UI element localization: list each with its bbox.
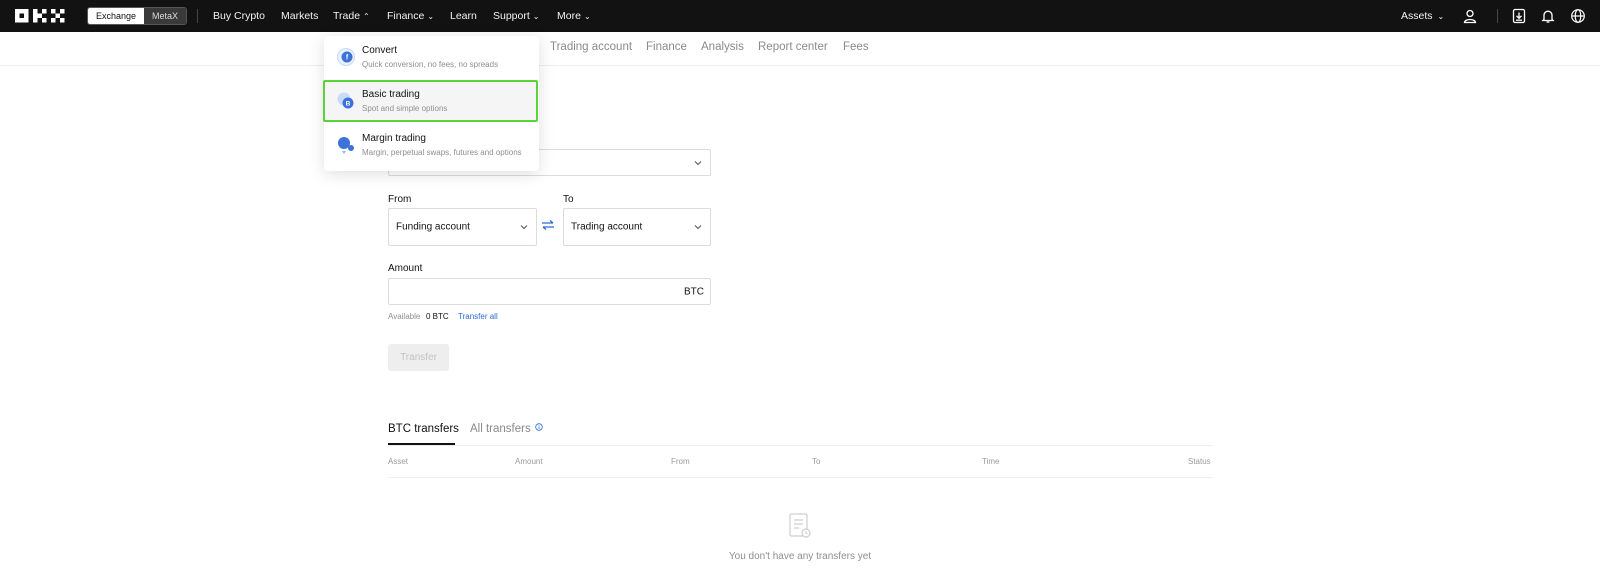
exchange-metax-toggle: Exchange MetaX (87, 7, 188, 25)
column-header-from: From (671, 457, 690, 466)
subnav-fees[interactable]: Fees (843, 32, 869, 66)
menu-item-basic-trading[interactable]: B Basic trading Spot and simple options (323, 80, 538, 122)
menu-item-subtitle: Quick conversion, no fees, no spreads (362, 60, 499, 69)
chevron-down-icon (520, 225, 528, 230)
menu-item-margin-trading[interactable]: Margin trading Margin, perpetual swaps, … (324, 124, 539, 166)
menu-item-title: Basic trading (362, 89, 420, 100)
convert-icon: f (337, 48, 355, 66)
basic-trading-icon: B (337, 92, 354, 109)
divider (197, 9, 198, 23)
nav-support-label: Support (493, 10, 530, 22)
download-icon[interactable] (1511, 8, 1527, 24)
column-header-to: To (812, 457, 821, 466)
from-label: From (388, 194, 412, 205)
to-account-select[interactable]: Trading account (563, 208, 711, 246)
margin-trading-icon (338, 137, 354, 154)
tab-btc-transfers[interactable]: BTC transfers (388, 423, 459, 435)
nav-buy-crypto[interactable]: Buy Crypto (213, 0, 265, 32)
divider (1497, 9, 1498, 23)
menu-item-title: Margin trading (362, 133, 426, 144)
tab-all-transfers[interactable]: All transfers (470, 423, 543, 435)
subnav-finance[interactable]: Finance (646, 32, 687, 66)
nav-more[interactable]: More ⌄ (557, 0, 591, 32)
nav-finance[interactable]: Finance ⌄ (387, 0, 434, 32)
menu-item-convert[interactable]: f Convert Quick conversion, no fees, no … (324, 36, 539, 78)
menu-item-subtitle: Margin, perpetual swaps, futures and opt… (362, 148, 522, 157)
swap-icon[interactable] (541, 220, 555, 230)
svg-text:B: B (346, 101, 351, 108)
subnav-analysis[interactable]: Analysis (701, 32, 744, 66)
chevron-up-icon: ⌃ (363, 12, 370, 21)
transfer-button[interactable]: Transfer (388, 344, 449, 371)
column-header-amount: Amount (515, 457, 543, 466)
top-navbar: Exchange MetaX Buy Crypto Markets Trade ⌃… (0, 0, 1600, 32)
globe-icon[interactable] (1570, 8, 1586, 24)
subnav-report-center[interactable]: Report center (758, 32, 828, 66)
nav-learn[interactable]: Learn (450, 0, 477, 32)
metax-toggle[interactable]: MetaX (144, 8, 187, 24)
column-header-asset: Asset (388, 457, 409, 466)
to-account-value: Trading account (571, 221, 643, 233)
column-header-status: Status (1188, 457, 1211, 466)
assets-label: Assets (1401, 10, 1433, 22)
to-label: To (563, 194, 574, 205)
chevron-down-icon (694, 225, 702, 230)
available-value: 0 BTC (426, 312, 449, 321)
okx-logo[interactable] (15, 9, 69, 23)
bell-icon[interactable] (1540, 8, 1556, 24)
from-account-select[interactable]: Funding account (388, 208, 537, 246)
nav-markets[interactable]: Markets (281, 0, 318, 32)
secondary-nav: Trading account Finance Analysis Report … (0, 32, 1600, 66)
available-label: Available (388, 312, 421, 321)
user-icon[interactable] (1462, 8, 1478, 24)
transfer-all-link[interactable]: Transfer all (458, 312, 498, 321)
empty-document-icon (789, 513, 811, 538)
amount-label: Amount (388, 263, 423, 274)
assets-menu[interactable]: Assets ⌄ (1401, 0, 1444, 32)
exchange-toggle[interactable]: Exchange (88, 8, 145, 24)
info-icon (535, 423, 543, 431)
amount-input[interactable]: BTC (388, 278, 711, 305)
divider (388, 445, 1213, 446)
nav-trade[interactable]: Trade ⌃ (333, 0, 370, 32)
menu-item-title: Convert (362, 45, 398, 56)
empty-state-text: You don't have any transfers yet (728, 551, 872, 562)
nav-support[interactable]: Support ⌄ (493, 0, 539, 32)
divider (388, 477, 1213, 478)
chevron-down-icon: ⌄ (427, 12, 435, 21)
nav-finance-label: Finance (387, 10, 425, 22)
nav-more-label: More (557, 10, 581, 22)
subnav-trading-account[interactable]: Trading account (550, 32, 632, 66)
from-account-value: Funding account (396, 221, 470, 233)
column-header-time: Time (982, 457, 1000, 466)
chevron-down-icon: ⌄ (532, 12, 540, 21)
chevron-down-icon (694, 160, 702, 165)
nav-trade-label: Trade (333, 10, 361, 22)
trade-dropdown-menu: f Convert Quick conversion, no fees, no … (323, 36, 539, 171)
chevron-down-icon: ⌄ (1437, 12, 1445, 21)
chevron-down-icon: ⌄ (583, 12, 591, 21)
tab-all-transfers-label: All transfers (470, 423, 531, 435)
menu-item-subtitle: Spot and simple options (362, 104, 448, 113)
amount-unit: BTC (684, 286, 704, 297)
